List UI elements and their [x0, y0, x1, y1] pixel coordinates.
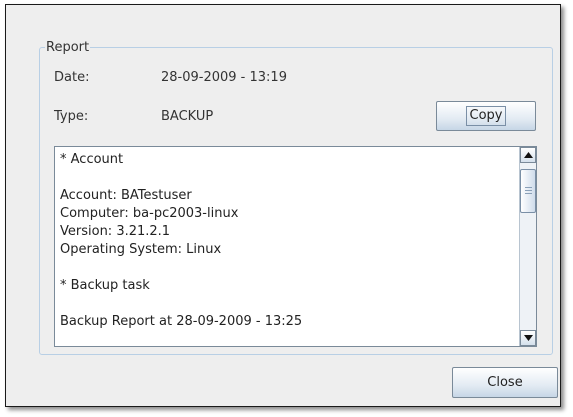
report-text-area[interactable]: * Account Account: BATestuser Computer: ba…	[54, 146, 537, 347]
report-text-line: Version: 3.21.2.1	[60, 224, 171, 239]
report-text-line: Operating System: Linux	[60, 242, 222, 257]
report-text-line	[60, 169, 514, 187]
date-value: 28-09-2009 - 13:19	[161, 70, 287, 85]
report-scrollbar[interactable]	[519, 147, 536, 346]
scroll-thumb[interactable]	[520, 169, 536, 213]
date-label: Date:	[54, 70, 90, 85]
report-text-line: Backup Report at 28-09-2009 - 13:25	[60, 314, 303, 329]
type-value: BACKUP	[161, 109, 214, 124]
report-text-line: * Account	[60, 152, 124, 167]
report-text-line: Account: BATestuser	[60, 188, 192, 203]
report-text-line: * Backup task	[60, 278, 150, 293]
type-label: Type:	[54, 109, 89, 124]
report-text-line	[60, 259, 514, 277]
report-group-title: Report	[45, 40, 91, 55]
grip-icon	[525, 187, 532, 196]
scroll-down-arrow-icon[interactable]	[520, 330, 536, 346]
scroll-up-arrow-icon[interactable]	[520, 147, 536, 163]
report-text-line: Computer: ba-pc2003-linux	[60, 206, 239, 221]
report-text-content: * Account Account: BATestuser Computer: ba…	[60, 151, 514, 331]
report-text-line	[60, 295, 514, 313]
copy-button[interactable]: Copy	[436, 101, 536, 131]
close-button[interactable]: Close	[452, 367, 558, 398]
copy-button-label: Copy	[465, 106, 507, 126]
report-dialog: Report Date: 28-09-2009 - 13:19 Type: BA…	[5, 4, 561, 407]
